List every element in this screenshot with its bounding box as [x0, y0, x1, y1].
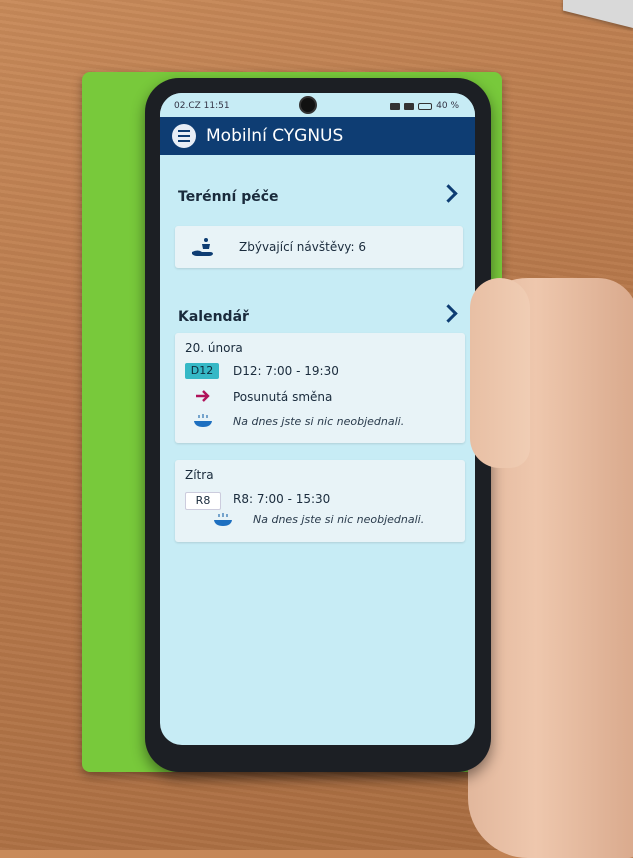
shift-badge: D12 — [185, 363, 219, 379]
meal-order-text: Na dnes jste si nic neobjednali. — [253, 513, 425, 526]
status-icons: 40 % — [390, 101, 459, 111]
meal-bowl-icon — [214, 513, 232, 526]
shift-badge: R8 — [185, 492, 221, 510]
calendar-day-card[interactable]: Zítra R8 R8: 7:00 - 15:30 Na dnes jste s… — [175, 460, 465, 542]
menu-line — [178, 130, 190, 132]
calendar-title: Kalendář — [178, 309, 249, 325]
status-bar: 02.CZ 11:51 40 % — [160, 93, 475, 117]
signal-icon — [404, 102, 415, 110]
remaining-visits-label: Zbývající návštěvy: 6 — [239, 240, 367, 254]
calendar-day-card[interactable]: 20. února D12 D12: 7:00 - 19:30 Posunutá… — [175, 333, 465, 443]
thumb — [470, 278, 530, 468]
chevron-right-icon[interactable] — [439, 184, 458, 203]
notification-icon — [390, 102, 401, 110]
field-care-title: Terénní péče — [178, 189, 279, 205]
menu-line — [178, 135, 190, 137]
app-title: Mobilní CYGNUS — [206, 126, 344, 146]
calendar-section-header[interactable]: Kalendář — [178, 304, 463, 331]
chevron-right-icon[interactable] — [439, 304, 458, 323]
battery-level: 40 % — [436, 101, 459, 111]
field-care-section-header[interactable]: Terénní péče — [178, 184, 463, 211]
status-time: 02.CZ 11:51 — [174, 101, 230, 111]
day-label: Zítra — [185, 468, 214, 482]
shift-changed-text: Posunutá směna — [233, 390, 333, 404]
shift-time-text: D12: 7:00 - 19:30 — [233, 364, 339, 378]
shift-time-text: R8: 7:00 - 15:30 — [233, 492, 331, 506]
day-label: 20. února — [185, 341, 243, 355]
phone-screen: 02.CZ 11:51 40 % Mobilní CYGNUS Terénní … — [160, 93, 475, 745]
arrow-right-icon — [196, 390, 210, 402]
hand-with-medicine-icon — [192, 238, 213, 256]
menu-line — [178, 140, 190, 142]
app-header: Mobilní CYGNUS — [160, 117, 475, 155]
meal-bowl-icon — [194, 414, 212, 427]
remaining-visits-card[interactable]: Zbývající návštěvy: 6 — [175, 226, 463, 268]
front-camera — [299, 96, 317, 114]
battery-icon — [418, 102, 433, 110]
hamburger-menu-icon[interactable] — [172, 124, 196, 148]
meal-order-text: Na dnes jste si nic neobjednali. — [233, 415, 405, 428]
